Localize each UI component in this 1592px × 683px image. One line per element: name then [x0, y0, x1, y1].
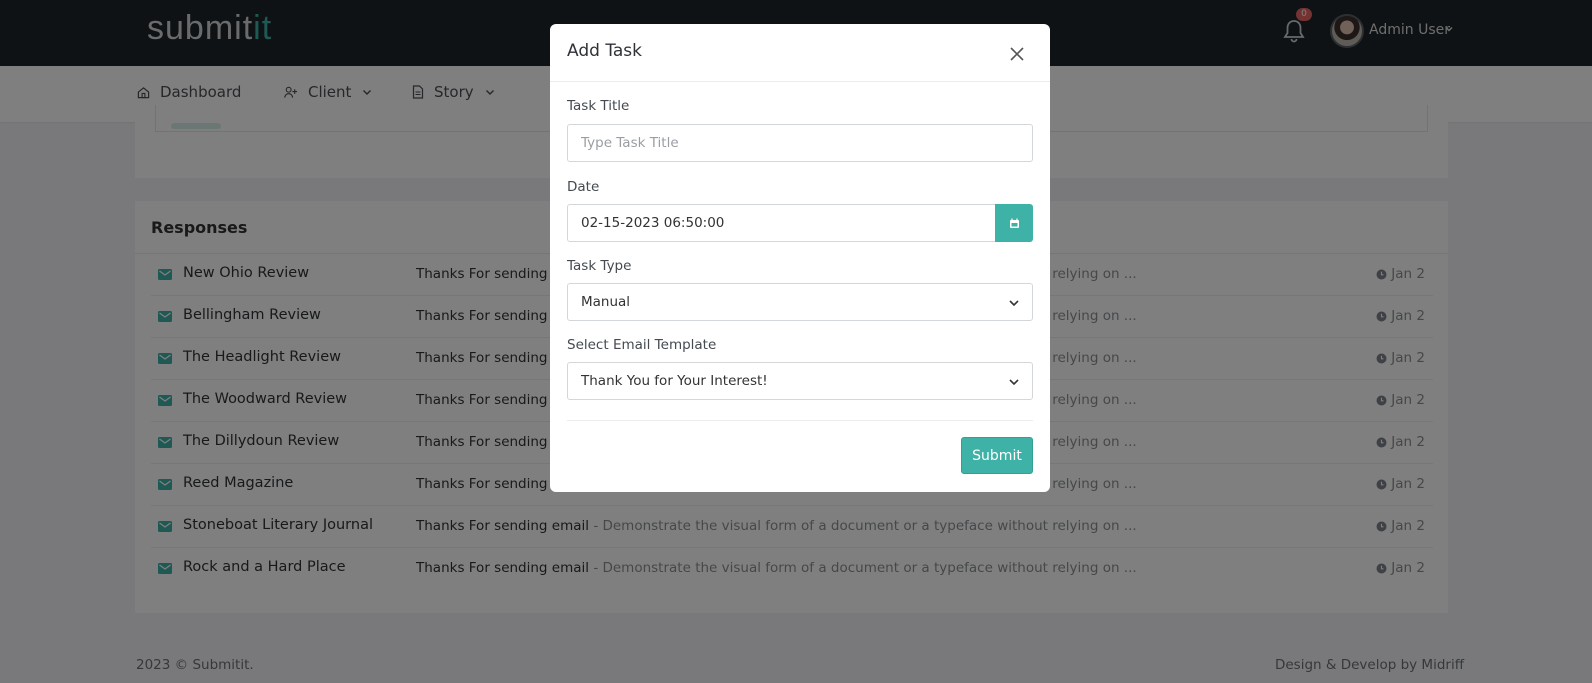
divider	[567, 420, 1033, 421]
close-icon[interactable]	[1007, 44, 1027, 64]
email-template-label: Select Email Template	[567, 337, 717, 353]
divider	[550, 81, 1050, 82]
date-field	[567, 204, 996, 242]
chevron-down-icon	[1009, 300, 1019, 307]
submit-button[interactable]: Submit	[961, 437, 1033, 474]
email-template-select[interactable]: Thank You for Your Interest!	[567, 362, 1033, 400]
email-template-value: Thank You for Your Interest!	[581, 373, 768, 389]
task-title-label: Task Title	[567, 98, 630, 114]
task-type-label: Task Type	[567, 258, 632, 274]
date-label: Date	[567, 179, 600, 195]
calendar-button[interactable]	[995, 204, 1033, 242]
task-title-field	[567, 124, 1033, 162]
chevron-down-icon	[1009, 379, 1019, 386]
modal-title: Add Task	[567, 41, 643, 61]
task-type-select[interactable]: Manual	[567, 283, 1033, 321]
task-type-value: Manual	[581, 294, 631, 310]
add-task-modal: Add Task Task Title Date Task Type Manua…	[550, 24, 1050, 492]
calendar-icon	[1009, 218, 1019, 228]
task-title-input[interactable]	[568, 125, 1032, 161]
date-input[interactable]	[568, 205, 995, 241]
